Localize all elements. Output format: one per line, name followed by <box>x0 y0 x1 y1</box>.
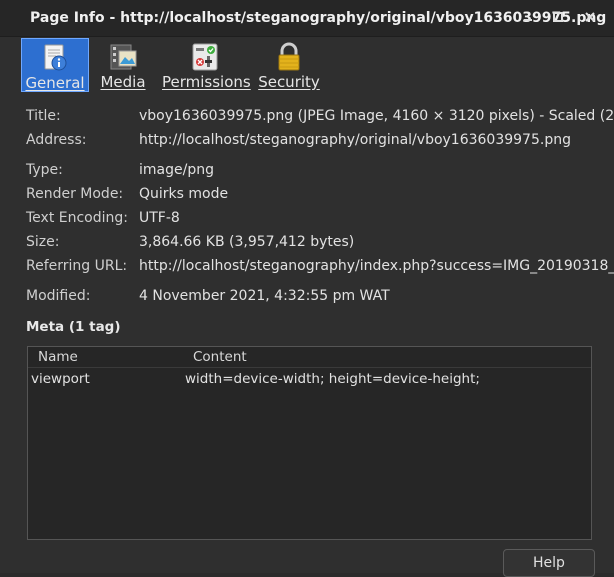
title-value[interactable]: vboy1636039975.png (JPEG Image, 4160 × 3… <box>139 108 614 124</box>
title-label: Title: <box>26 108 61 124</box>
tab-security[interactable]: Security <box>258 38 320 92</box>
meta-table[interactable]: Name Content viewport width=device-width… <box>27 346 592 540</box>
column-header-name[interactable]: Name <box>38 349 78 365</box>
text-encoding-label: Text Encoding: <box>26 210 128 226</box>
maximize-icon <box>553 12 563 22</box>
general-info-icon <box>44 44 67 71</box>
size-label: Size: <box>26 234 60 250</box>
tab-permissions-label: Permissions <box>162 73 251 91</box>
close-icon <box>585 12 595 22</box>
meta-heading: Meta (1 tag) <box>26 319 121 335</box>
column-header-content[interactable]: Content <box>193 349 247 365</box>
tab-general[interactable]: General <box>21 38 89 92</box>
page-info-window: Page Info - http://localhost/steganograp… <box>0 0 614 577</box>
title-bar[interactable]: Page Info - http://localhost/steganograp… <box>0 0 614 37</box>
minimize-icon <box>524 19 532 21</box>
type-label: Type: <box>26 162 63 178</box>
close-button[interactable] <box>581 8 599 26</box>
maximize-button[interactable] <box>549 8 567 26</box>
meta-table-header: Name Content <box>28 347 591 368</box>
address-label: Address: <box>26 132 87 148</box>
size-value[interactable]: 3,864.66 KB (3,957,412 bytes) <box>139 234 354 250</box>
permissions-icon <box>192 43 218 71</box>
render-mode-label: Render Mode: <box>26 186 124 202</box>
tab-general-label: General <box>25 74 85 92</box>
address-value[interactable]: http://localhost/steganography/original/… <box>139 132 571 148</box>
modified-value[interactable]: 4 November 2021, 4:32:55 pm WAT <box>139 288 390 304</box>
type-value[interactable]: image/png <box>139 162 214 178</box>
media-icon <box>110 44 137 70</box>
tab-media-label: Media <box>100 73 146 91</box>
meta-row-name: viewport <box>31 371 90 387</box>
render-mode-value[interactable]: Quirks mode <box>139 186 228 202</box>
tab-security-label: Security <box>258 73 320 91</box>
tab-media[interactable]: Media <box>98 38 148 92</box>
referring-url-label: Referring URL: <box>26 258 128 274</box>
tab-permissions[interactable]: Permissions <box>162 38 251 92</box>
minimize-button[interactable] <box>519 8 537 26</box>
toolbar: General Media Permissions Security <box>0 36 614 94</box>
modified-label: Modified: <box>26 288 91 304</box>
referring-url-value[interactable]: http://localhost/steganography/index.php… <box>139 258 614 274</box>
text-encoding-value[interactable]: UTF-8 <box>139 210 180 226</box>
meta-row-content: width=device-width; height=device-height… <box>185 371 480 387</box>
lock-icon <box>278 42 300 71</box>
